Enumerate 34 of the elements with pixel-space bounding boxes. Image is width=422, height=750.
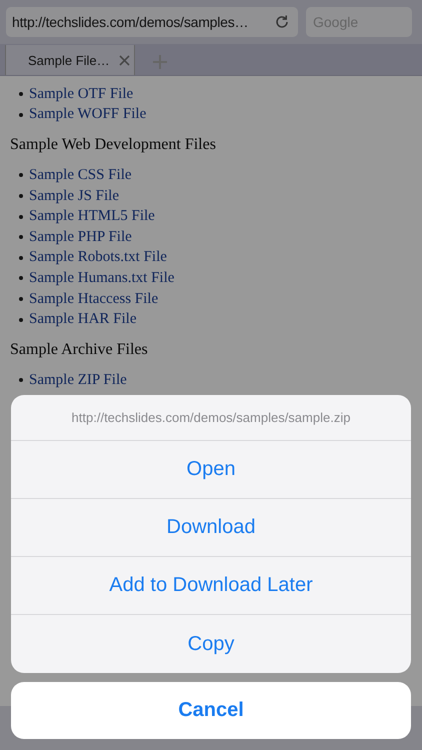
bullet-icon	[19, 235, 23, 240]
bullet-icon	[19, 92, 23, 96]
bullet-icon	[19, 112, 23, 117]
section-heading: Sample Archive Files	[10, 340, 149, 360]
cancel-button[interactable]: Cancel	[11, 682, 411, 739]
file-link[interactable]: Sample Humans.txt File	[29, 270, 174, 287]
close-icon[interactable]	[119, 54, 130, 66]
action-button[interactable]: Download	[11, 499, 411, 557]
bullet-icon	[19, 214, 23, 219]
file-link[interactable]: Sample Robots.txt File	[29, 249, 167, 266]
file-link[interactable]: Sample HTML5 File	[29, 208, 155, 226]
file-link[interactable]: Sample WOFF File	[29, 106, 146, 124]
bullet-icon	[19, 276, 23, 280]
file-link[interactable]: Sample HAR File	[29, 311, 136, 328]
bullet-icon	[19, 194, 23, 198]
file-link[interactable]: Sample ZIP File	[29, 372, 127, 389]
action-button[interactable]: Open	[11, 441, 411, 499]
file-link[interactable]: Sample Htaccess File	[29, 290, 158, 308]
browser-tab[interactable]: Sample File…	[5, 45, 135, 75]
section-heading: Sample Web Development Files	[10, 135, 217, 156]
bullet-icon	[19, 297, 23, 302]
bullet-icon	[19, 173, 23, 178]
action-button[interactable]: Add to Download Later	[11, 557, 411, 615]
reload-icon[interactable]	[274, 14, 290, 30]
file-link[interactable]: Sample OTF File	[29, 86, 134, 103]
address-field[interactable]: http://techslides.com/demos/samples…	[6, 7, 298, 37]
bullet-icon	[19, 256, 23, 260]
file-link[interactable]: Sample JS File	[29, 188, 120, 205]
bullet-icon	[19, 318, 23, 322]
file-link[interactable]: Sample PHP File	[29, 228, 132, 246]
sheet-title: http://techslides.com/demos/samples/sample.zip	[11, 395, 411, 441]
bullet-icon	[19, 378, 23, 382]
file-link[interactable]: Sample CSS File	[29, 166, 132, 184]
action-button[interactable]: Copy	[11, 615, 411, 673]
